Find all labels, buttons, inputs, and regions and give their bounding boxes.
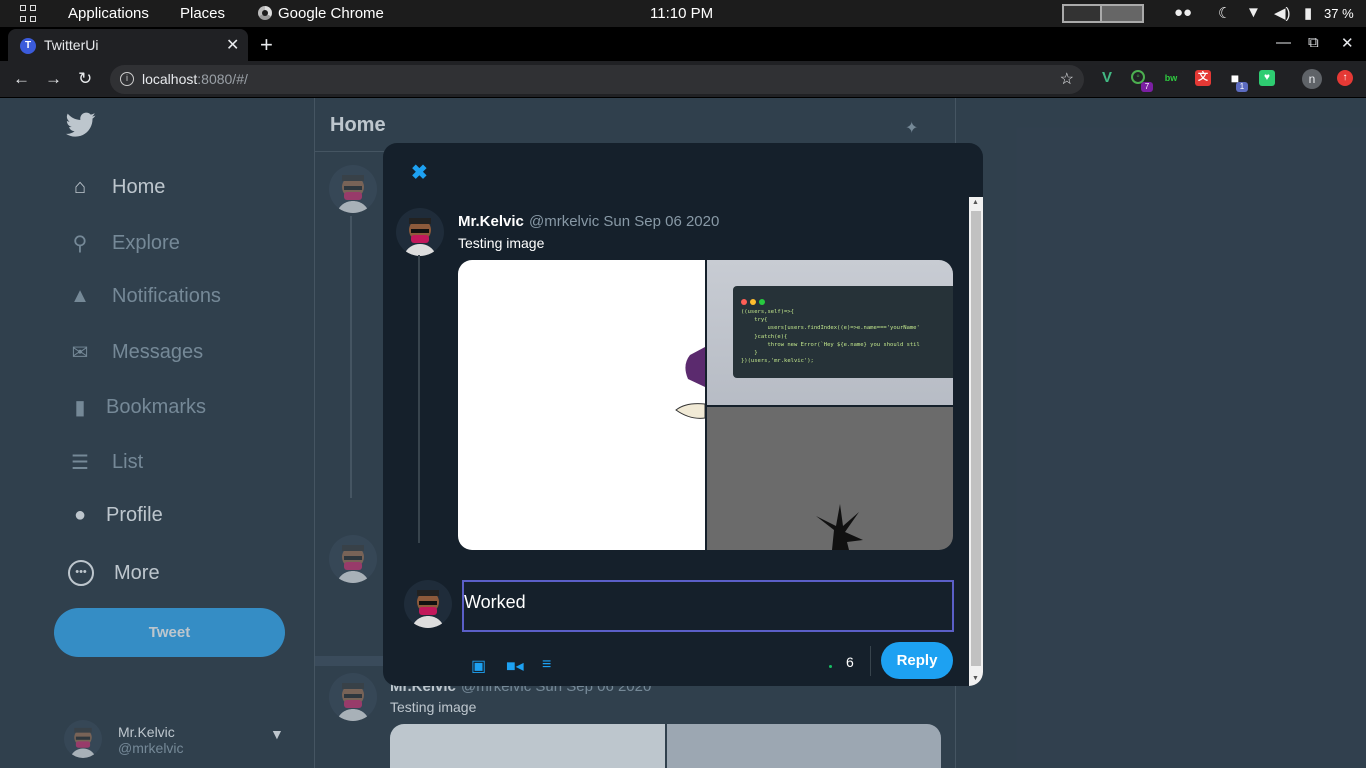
site-info-icon[interactable]: i	[120, 72, 134, 86]
minimize-icon[interactable]: —	[1276, 34, 1291, 51]
tree-silhouette-image	[816, 504, 863, 550]
chrome-icon	[258, 6, 272, 20]
update-icon[interactable]: ↑	[1337, 70, 1353, 86]
volume-icon: ◀)	[1274, 5, 1291, 22]
scrollbar-thumb[interactable]	[971, 211, 981, 666]
tab-favicon: T	[20, 38, 36, 54]
reload-icon[interactable]: ↻	[78, 69, 92, 89]
code-snippet: ((users,self)=>{ try{ users[users.findIn…	[741, 309, 920, 365]
close-icon[interactable]: ✖	[411, 160, 428, 185]
scroll-down-icon[interactable]: ▼	[972, 675, 979, 682]
new-tab-icon[interactable]: +	[260, 32, 273, 58]
video-upload-icon[interactable]: ■◂	[506, 656, 524, 676]
scrollbar[interactable]: ▲ ▼	[969, 197, 983, 686]
avatar-illustration	[404, 218, 436, 256]
extension-badge-2: 1	[1236, 82, 1248, 92]
workspace-2[interactable]	[1102, 4, 1144, 23]
tweet-media-grid[interactable]: ((users,self)=>{ try{ users[users.findIn…	[458, 260, 953, 550]
places-menu[interactable]: Places	[180, 5, 225, 22]
clock[interactable]: 11:10 PM	[650, 5, 713, 22]
bw-extension-icon[interactable]: bw	[1163, 70, 1179, 86]
avatar	[396, 208, 444, 256]
translate-extension-icon[interactable]: 文	[1195, 70, 1211, 86]
progress-ring-icon	[829, 665, 832, 668]
reply-button[interactable]: Reply	[881, 642, 953, 679]
reply-modal: ✖ ▲ ▼ Mr.Kelvic @mrkelvic Sun Sep 06 202…	[383, 143, 983, 686]
battery-percent: 37 %	[1324, 6, 1354, 21]
active-app-menu[interactable]: Google Chrome	[258, 5, 384, 22]
forward-icon[interactable]: →	[45, 69, 62, 89]
tab-close-icon[interactable]: ✕	[226, 35, 239, 55]
address-bar[interactable]: i localhost:8080/#/ ☆	[110, 65, 1084, 94]
workspace-1[interactable]	[1062, 4, 1102, 23]
battery-icon: ▮	[1304, 5, 1313, 22]
image-upload-icon[interactable]: ▣	[471, 656, 486, 676]
avatar	[404, 580, 452, 628]
avatar-illustration	[412, 590, 444, 628]
tweet-author[interactable]: Mr.Kelvic	[458, 213, 524, 230]
extension-badge: 7	[1141, 82, 1153, 92]
browser-tab-bar: T TwitterUi ✕	[0, 27, 1366, 61]
media-image-tree[interactable]	[707, 407, 953, 550]
night-light-icon: ☾	[1218, 5, 1232, 22]
active-app-label: Google Chrome	[278, 5, 384, 22]
tab-title: TwitterUi	[44, 37, 99, 53]
tweet-text: Testing image	[458, 235, 545, 251]
browser-tab[interactable]: T TwitterUi ✕	[8, 29, 248, 61]
camera-icon: ●●	[1174, 4, 1193, 21]
close-window-icon[interactable]: ✕	[1341, 34, 1354, 52]
apps-grid-icon[interactable]	[20, 5, 38, 23]
applications-menu[interactable]: Applications	[68, 5, 149, 22]
thread-line	[418, 255, 420, 543]
code-window: ((users,self)=>{ try{ users[users.findIn…	[733, 286, 953, 378]
wifi-icon: ▼	[1246, 4, 1261, 21]
vue-devtools-icon[interactable]: V	[1099, 70, 1115, 86]
back-icon[interactable]: ←	[13, 69, 30, 89]
url-text: localhost:8080/#/	[142, 71, 248, 87]
cartoon-figure-image	[675, 347, 706, 419]
browser-toolbar: ← → ↻ i localhost:8080/#/ ☆	[0, 61, 1366, 98]
media-image-code[interactable]: ((users,self)=>{ try{ users[users.findIn…	[707, 260, 953, 405]
media-image-illustration[interactable]	[458, 260, 706, 550]
pocket-extension-icon[interactable]: ♥	[1259, 70, 1275, 86]
char-count: 6	[846, 654, 854, 670]
restore-icon[interactable]: ⧉	[1308, 34, 1319, 51]
bookmark-star-icon[interactable]: ☆	[1060, 69, 1074, 89]
tweet-handle-date: @mrkelvic Sun Sep 06 2020	[529, 213, 720, 230]
system-top-bar: Applications Places Google Chrome 11:10 …	[0, 0, 1366, 27]
text-align-icon[interactable]: ≡	[542, 656, 551, 674]
scroll-up-icon[interactable]: ▲	[972, 199, 979, 206]
divider	[870, 646, 871, 676]
profile-avatar[interactable]: n	[1302, 69, 1322, 89]
reply-input[interactable]: Worked	[462, 580, 954, 632]
